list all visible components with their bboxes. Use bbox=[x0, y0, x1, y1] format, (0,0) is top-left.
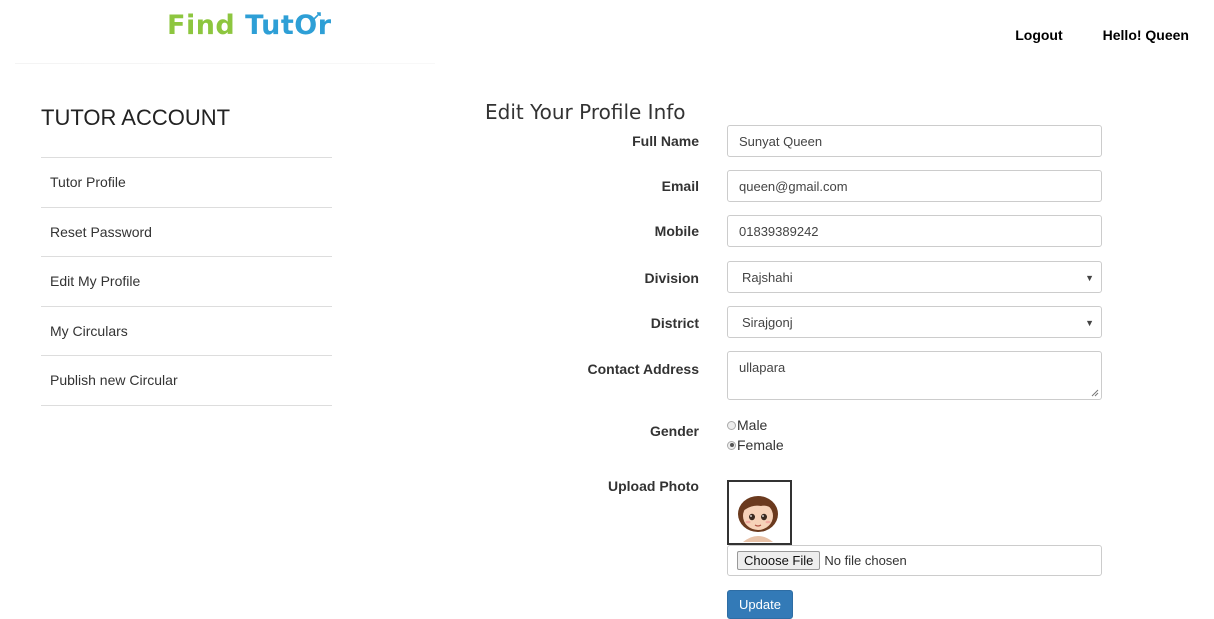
sidebar-item-my-circulars[interactable]: My Circulars bbox=[41, 307, 332, 356]
district-select[interactable]: Sirajgonj ▼ bbox=[727, 306, 1102, 338]
gender-radio-group: Male Female bbox=[727, 415, 784, 455]
district-value: Sirajgonj bbox=[742, 314, 793, 330]
account-sidebar: TUTOR ACCOUNT Tutor Profile Reset Passwo… bbox=[41, 100, 332, 406]
mobile-input[interactable]: 01839389242 bbox=[727, 215, 1102, 247]
sidebar-item-tutor-profile[interactable]: Tutor Profile bbox=[41, 158, 332, 208]
brand-word-find: Find bbox=[167, 10, 236, 41]
gender-female-label: Female bbox=[737, 437, 784, 453]
logout-link[interactable]: Logout bbox=[1015, 27, 1062, 43]
brand-word-tutor: TutO r bbox=[245, 10, 331, 41]
chevron-down-icon: ▼ bbox=[1085, 318, 1094, 328]
avatar-girl-icon bbox=[738, 496, 778, 542]
top-navigation: Logout Hello! Queen bbox=[1015, 27, 1189, 43]
full-name-label: Full Name bbox=[632, 133, 699, 149]
sidebar-item-reset-password[interactable]: Reset Password bbox=[41, 208, 332, 257]
header-divider bbox=[15, 63, 435, 64]
brand-word-tut: Tut bbox=[245, 10, 295, 41]
radio-checked-icon bbox=[727, 440, 736, 450]
district-label: District bbox=[650, 315, 699, 331]
gender-label: Gender bbox=[649, 423, 699, 439]
division-value: Rajshahi bbox=[742, 269, 793, 285]
photo-file-input[interactable]: Choose File No file chosen bbox=[727, 545, 1102, 576]
gender-male-label: Male bbox=[737, 417, 768, 433]
division-select[interactable]: Rajshahi ▼ bbox=[727, 261, 1102, 293]
chevron-down-icon: ▼ bbox=[1085, 273, 1094, 283]
address-label: Contact Address bbox=[587, 361, 699, 377]
brand-logo[interactable]: Find TutO r bbox=[167, 10, 332, 41]
address-textarea[interactable]: ullapara bbox=[727, 351, 1102, 400]
mobile-label: Mobile bbox=[654, 223, 699, 239]
address-value: ullapara bbox=[739, 360, 786, 375]
photo-label: Upload Photo bbox=[608, 478, 699, 494]
full-name-input[interactable]: Sunyat Queen bbox=[727, 125, 1102, 157]
sidebar-item-publish-circular[interactable]: Publish new Circular bbox=[41, 356, 332, 406]
profile-photo-preview bbox=[727, 480, 792, 545]
choose-file-button[interactable]: Choose File bbox=[737, 551, 821, 570]
email-input[interactable]: queen@gmail.com bbox=[727, 170, 1102, 202]
file-status-text: No file chosen bbox=[824, 553, 907, 568]
sidebar-item-edit-profile[interactable]: Edit My Profile bbox=[41, 257, 332, 307]
user-greeting[interactable]: Hello! Queen bbox=[1103, 27, 1189, 43]
radio-unchecked-icon bbox=[727, 420, 736, 430]
resize-handle-icon[interactable] bbox=[1091, 389, 1099, 397]
division-label: Division bbox=[644, 270, 699, 286]
gender-radio-male[interactable]: Male bbox=[727, 415, 784, 435]
brand-o-symbol: O bbox=[294, 10, 321, 41]
email-label: Email bbox=[661, 178, 699, 194]
update-button[interactable]: Update bbox=[727, 590, 793, 619]
form-title: Edit Your Profile Info bbox=[485, 100, 686, 124]
gender-radio-female[interactable]: Female bbox=[727, 435, 784, 455]
sidebar-title: TUTOR ACCOUNT bbox=[41, 100, 332, 158]
